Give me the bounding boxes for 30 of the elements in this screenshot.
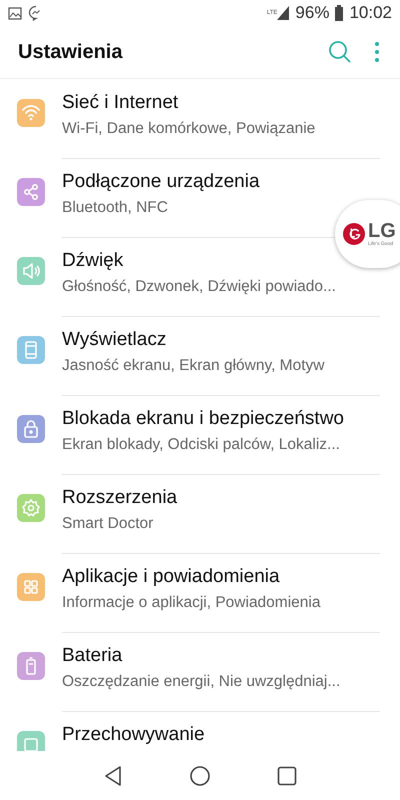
setting-summary: Smart Doctor (62, 515, 154, 533)
home-button[interactable] (189, 765, 211, 787)
signal-icon (277, 6, 290, 20)
more-options-icon[interactable] (374, 40, 380, 64)
setting-summary: Informacje o aplikacji, Powiadomienia (62, 594, 320, 612)
setting-title[interactable]: Dźwięk (62, 249, 124, 273)
setting-title[interactable]: Wyświetlacz (62, 328, 166, 352)
setting-summary: Jasność ekranu, Ekran główny, Motyw (62, 357, 324, 375)
setting-title[interactable]: Przechowywanie (62, 723, 205, 747)
setting-title[interactable]: Blokada ekranu i bezpieczeństwo (62, 407, 344, 431)
screen-title: Ustawienia (18, 40, 124, 64)
setting-title[interactable]: Aplikacje i powiadomienia (62, 565, 280, 589)
recents-button[interactable] (277, 766, 297, 786)
search-icon[interactable] (328, 40, 352, 64)
setting-title[interactable]: Bateria (62, 644, 122, 668)
setting-summary: Ekran blokady, Odciski palców, Lokaliz... (62, 436, 340, 454)
setting-summary: Bluetooth, NFC (62, 199, 168, 217)
battery-level: 96% (295, 3, 330, 23)
setting-title[interactable]: Sieć i Internet (62, 91, 178, 115)
clock: 10:02 (349, 3, 392, 23)
setting-title[interactable]: Podłączone urządzenia (62, 170, 260, 194)
setting-summary: Głośność, Dzwonek, Dźwięki powiado... (62, 278, 336, 296)
setting-title[interactable]: Rozszerzenia (62, 486, 178, 510)
logo-text: LG (368, 221, 396, 241)
battery-icon (335, 5, 344, 21)
setting-summary: Oszczędzanie energii, Nie uwzględniaj... (62, 673, 340, 691)
setting-summary: Wi-Fi, Dane komórkowe, Powiązanie (62, 120, 316, 138)
logo-icon (343, 223, 365, 245)
gallery-icon (8, 6, 22, 20)
back-button[interactable] (103, 765, 123, 787)
